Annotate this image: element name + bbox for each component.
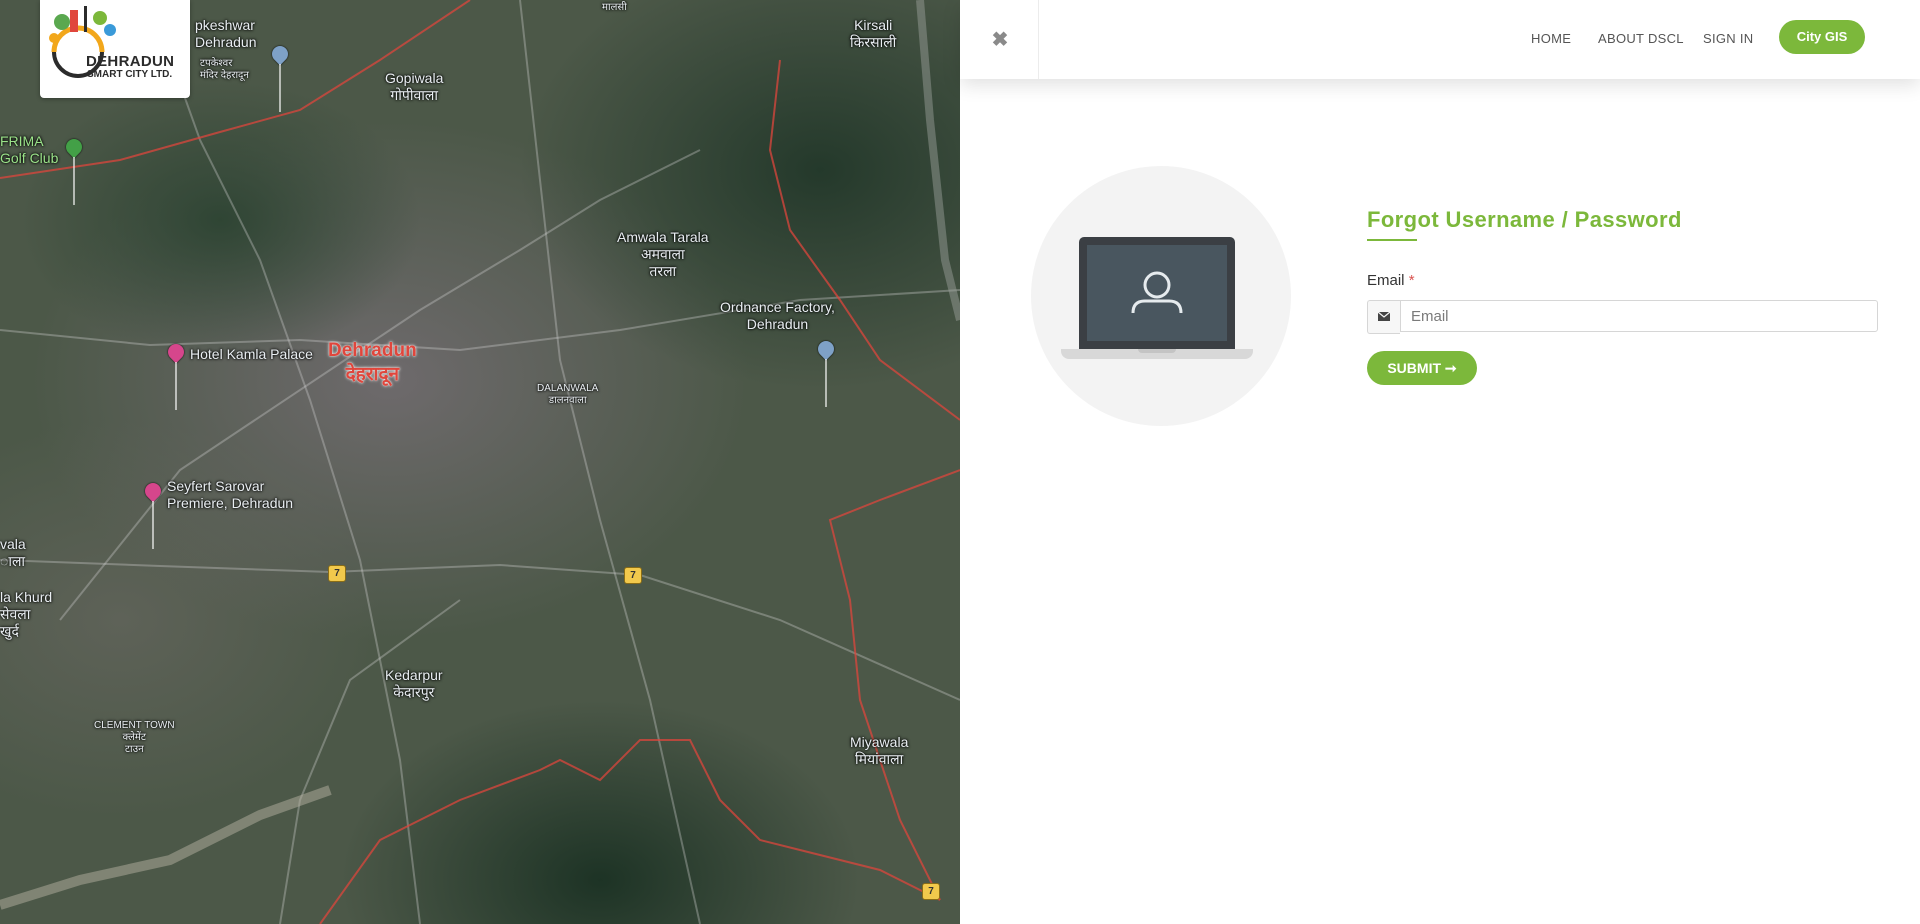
laptop-icon <box>1079 237 1235 349</box>
map-label-hotel-kamla-palace: Hotel Kamla Palace <box>190 346 313 362</box>
hotel-marker-icon <box>141 479 165 503</box>
map-pin-seyfert-sarovar[interactable] <box>141 479 165 549</box>
map-overlay-lines <box>0 0 960 924</box>
highway-shield: 7 <box>624 567 642 584</box>
email-label-text: Email <box>1367 272 1405 289</box>
navbar-divider <box>1038 0 1039 79</box>
email-input-group <box>1367 300 1880 334</box>
title-underline <box>1367 239 1417 241</box>
map-pin-frima-golf[interactable] <box>62 135 86 205</box>
submit-button[interactable]: SUBMIT ➞ <box>1367 351 1477 385</box>
map-pin-tapkeshwar[interactable] <box>268 42 292 112</box>
map-pin-ordnance-factory[interactable] <box>814 337 838 407</box>
nav-about-dscl[interactable]: ABOUT DSCL <box>1598 31 1684 46</box>
map-label-dehradun: Dehradun देहरादून <box>328 340 417 385</box>
highway-shield: 7 <box>922 883 940 900</box>
map-label-clement-town: CLEMENT TOWN क्लेमेंट टाउन <box>94 720 175 755</box>
map-label-dalanwala: DALANWALA डालनवाला <box>537 383 599 406</box>
page-title: Forgot Username / Password <box>1367 207 1682 232</box>
email-field[interactable] <box>1400 300 1878 332</box>
user-icon <box>1131 271 1183 314</box>
map-label-malsi: मालसी <box>602 2 627 13</box>
required-asterisk: * <box>1408 272 1415 289</box>
map-label-seyfert-sarovar: Seyfert Sarovar Premiere, Dehradun <box>167 478 294 511</box>
city-gis-button[interactable]: City GIS <box>1779 20 1865 54</box>
pin-marker-icon <box>814 337 838 361</box>
map-label-amwala-tarala: Amwala Tarala अमवाला तरला <box>617 229 709 279</box>
map-label-kedarpur: Kedarpur केदारपुर <box>385 667 443 700</box>
map-label-gopiwala: Gopiwala गोपीवाला <box>385 70 444 103</box>
logo-title: DEHRADUN <box>86 53 175 70</box>
dehradun-smart-city-logo[interactable]: DEHRADUN SMART CITY LTD. <box>40 0 190 98</box>
email-label: Email * <box>1367 272 1415 289</box>
map-label-ordnance-factory: Ordnance Factory, Dehradun <box>720 299 835 332</box>
hotel-marker-icon <box>164 340 188 364</box>
highway-shield: 7 <box>328 565 346 582</box>
nav-sign-in[interactable]: SIGN IN <box>1703 31 1754 46</box>
top-navbar: ✖ HOME ABOUT DSCL SIGN IN City GIS <box>960 0 1920 79</box>
logo-subtitle: SMART CITY LTD. <box>87 69 173 80</box>
map-label-vala: vala ाला <box>0 536 26 569</box>
map-label-tapkeshwar: pkeshwar Dehradun <box>195 17 257 50</box>
laptop-notch <box>1138 349 1176 353</box>
map-label-kirsali: Kirsali किरसाली <box>850 17 897 50</box>
forgot-password-panel: ✖ HOME ABOUT DSCL SIGN IN City GIS Forgo… <box>960 0 1920 924</box>
satellite-map[interactable]: pkeshwar Dehradun टपकेश्वर मंदिर देहरादू… <box>0 0 960 924</box>
pin-marker-icon <box>62 135 86 159</box>
map-label-sewla-khurd: la Khurd सेवला खुर्द <box>0 589 53 639</box>
envelope-icon <box>1367 300 1400 334</box>
map-label-frima-golf-club: FRIMA Golf Club <box>0 133 59 166</box>
close-icon[interactable]: ✖ <box>990 29 1010 51</box>
nav-home[interactable]: HOME <box>1531 31 1571 46</box>
map-pin-hotel-kamla-palace[interactable] <box>164 340 188 410</box>
map-label-tapkeshwar-hindi: टपकेश्वर मंदिर देहरादून <box>200 58 249 81</box>
skyline-emblem-icon <box>49 6 116 78</box>
map-label-miyawala: Miyawala मियांवाला <box>850 734 909 767</box>
pin-marker-icon <box>268 42 292 66</box>
